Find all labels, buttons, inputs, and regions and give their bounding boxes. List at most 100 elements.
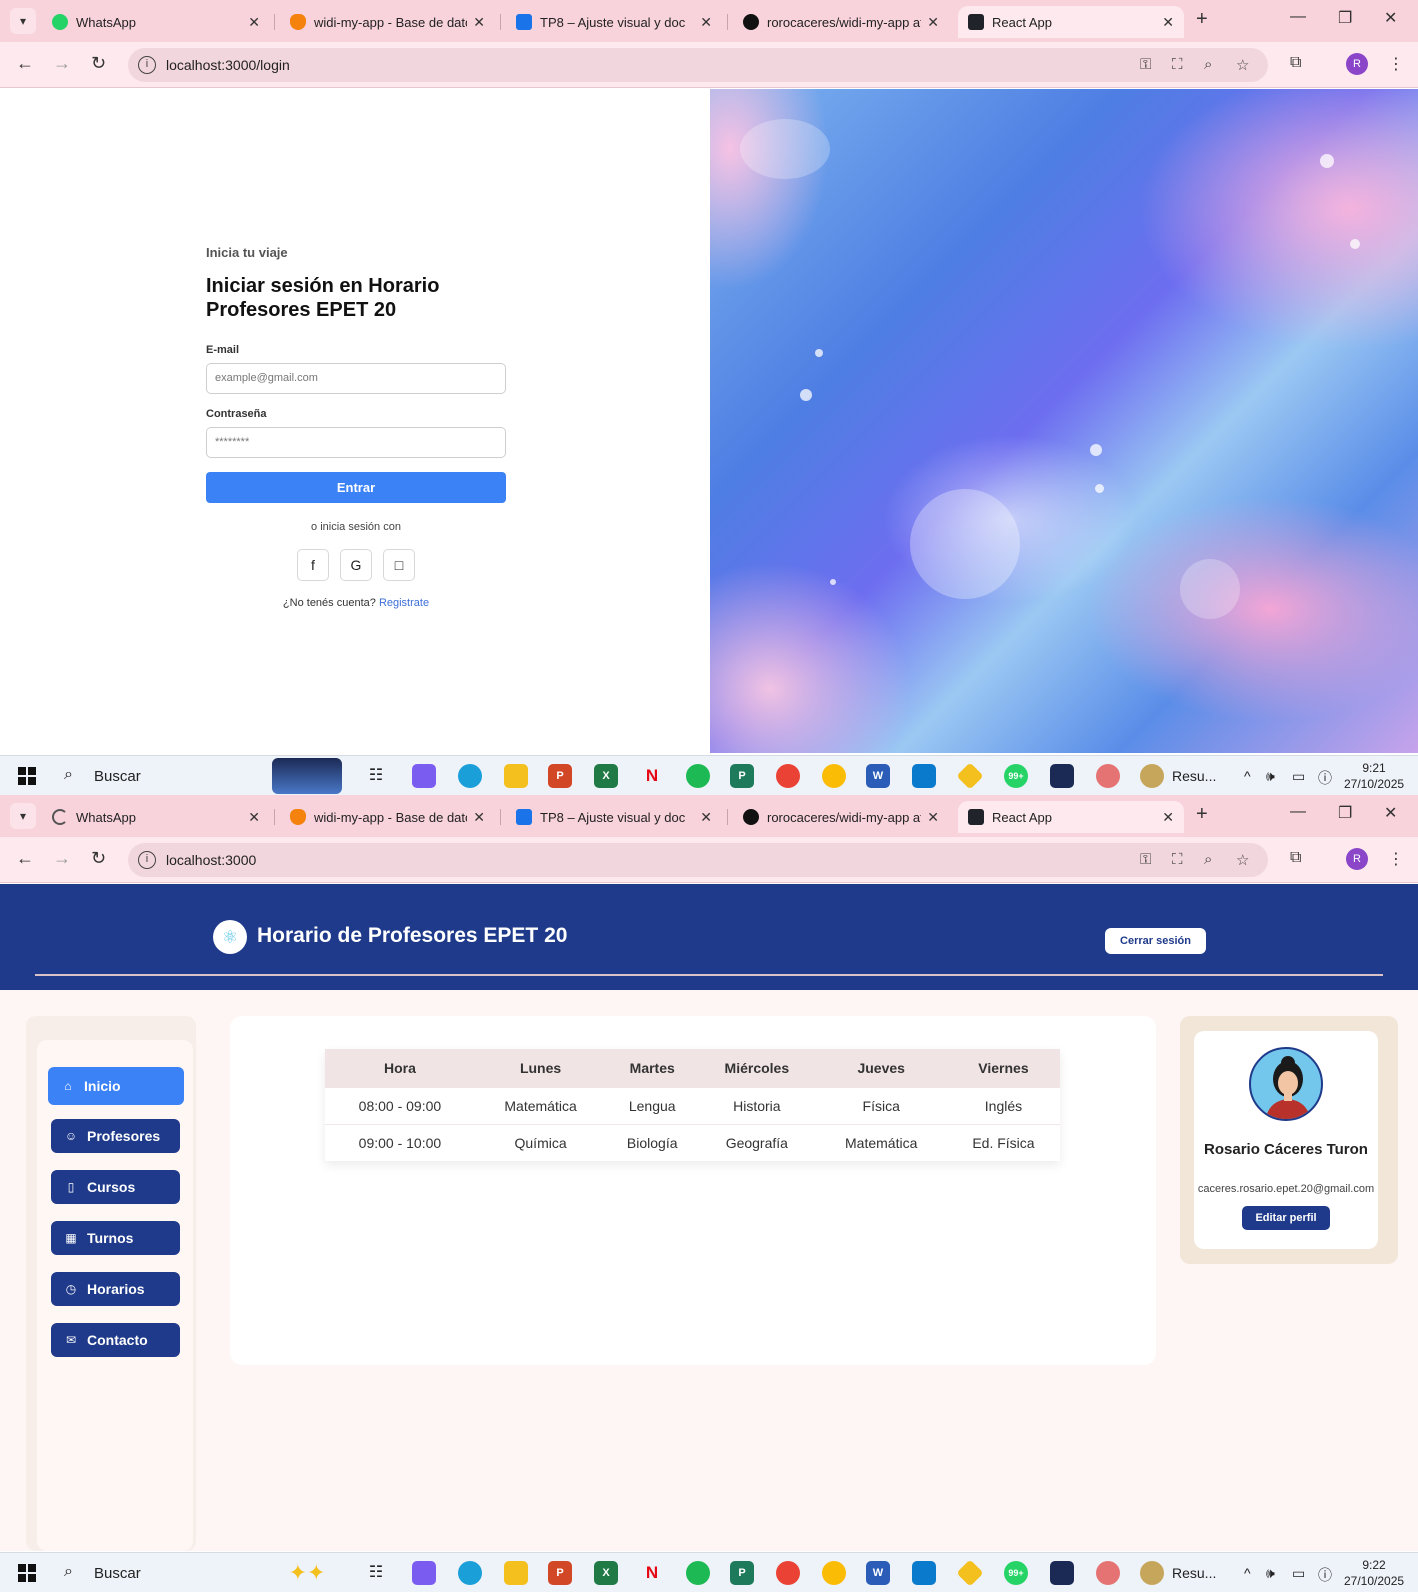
apple-login-button[interactable]: □ bbox=[383, 549, 415, 581]
sidebar-item-inicio[interactable]: ⌂ Inicio bbox=[48, 1067, 184, 1105]
tray-chevron-icon[interactable]: ^ bbox=[1244, 1565, 1251, 1581]
tab-classroom[interactable]: TP8 – Ajuste visual y doc ✕ bbox=[506, 801, 722, 833]
volume-icon[interactable]: 🕪 bbox=[1266, 768, 1275, 785]
profile-avatar[interactable]: R bbox=[1346, 53, 1368, 75]
chrome-icon[interactable] bbox=[776, 764, 800, 788]
email-field[interactable]: example@gmail.com bbox=[206, 363, 506, 394]
translate-icon[interactable]: ⛶ bbox=[1172, 851, 1183, 868]
site-info-icon[interactable]: i bbox=[138, 851, 156, 869]
whatsapp-taskbar-icon[interactable]: 99+ bbox=[1004, 764, 1028, 788]
window-close-icon[interactable]: ✕ bbox=[1384, 8, 1397, 28]
battery-icon[interactable]: ▭ bbox=[1292, 768, 1305, 785]
menu-kebab-icon[interactable]: ⋮ bbox=[1388, 54, 1404, 74]
vscode-icon[interactable] bbox=[912, 764, 936, 788]
tab-search-icon[interactable]: ▾ bbox=[10, 8, 36, 34]
forward-icon[interactable]: → bbox=[53, 848, 71, 869]
chrome-profile-icon[interactable] bbox=[822, 764, 846, 788]
taskbar-clock[interactable]: 9:22 27/10/2025 bbox=[1344, 1557, 1404, 1589]
netflix-icon[interactable]: N bbox=[640, 764, 664, 788]
close-icon[interactable]: ✕ bbox=[700, 14, 712, 31]
powerpoint-icon[interactable]: P bbox=[548, 764, 572, 788]
new-tab-icon[interactable]: + bbox=[1196, 8, 1208, 31]
app-icon[interactable] bbox=[1140, 1561, 1164, 1585]
zoom-icon[interactable]: ⌕ bbox=[1204, 56, 1212, 73]
powerpoint-icon[interactable]: P bbox=[548, 1561, 572, 1585]
vscode-icon[interactable] bbox=[912, 1561, 936, 1585]
password-key-icon[interactable]: ⚿ bbox=[1140, 56, 1151, 73]
sidebar-item-profesores[interactable]: ☺ Profesores bbox=[51, 1119, 180, 1153]
copilot-icon[interactable] bbox=[412, 1561, 436, 1585]
window-close-icon[interactable]: ✕ bbox=[1384, 803, 1397, 823]
battery-icon[interactable]: ▭ bbox=[1292, 1565, 1305, 1582]
notification-icon[interactable]: ⓘ bbox=[1318, 1565, 1332, 1585]
tab-react-app[interactable]: React App ✕ bbox=[958, 801, 1184, 833]
active-app-label[interactable]: Resu... bbox=[1172, 768, 1216, 784]
whatsapp-taskbar-icon[interactable]: 99+ bbox=[1004, 1561, 1028, 1585]
file-explorer-icon[interactable] bbox=[504, 764, 528, 788]
windows-start-icon[interactable] bbox=[18, 767, 36, 785]
word-icon[interactable]: W bbox=[866, 764, 890, 788]
address-bar[interactable]: i localhost:3000/login ⚿ ⛶ ⌕ ☆ bbox=[128, 48, 1268, 82]
password-field[interactable]: ******** bbox=[206, 427, 506, 458]
app-icon[interactable] bbox=[1140, 764, 1164, 788]
password-key-icon[interactable]: ⚿ bbox=[1140, 851, 1151, 868]
file-explorer-icon[interactable] bbox=[504, 1561, 528, 1585]
close-icon[interactable]: ✕ bbox=[1162, 809, 1174, 826]
sidebar-item-horarios[interactable]: ◷ Horarios bbox=[51, 1272, 180, 1306]
tab-search-icon[interactable]: ▾ bbox=[10, 803, 36, 829]
bookmark-star-icon[interactable]: ☆ bbox=[1236, 851, 1249, 869]
address-bar[interactable]: i localhost:3000 ⚿ ⛶ ⌕ ☆ bbox=[128, 843, 1268, 877]
snipping-tool-icon[interactable] bbox=[1096, 1561, 1120, 1585]
git-icon[interactable] bbox=[956, 1559, 984, 1587]
tab-firebase[interactable]: widi-my-app - Base de dato ✕ bbox=[280, 6, 495, 38]
close-icon[interactable]: ✕ bbox=[927, 809, 939, 826]
excel-icon[interactable]: X bbox=[594, 764, 618, 788]
sidebar-item-turnos[interactable]: ▦ Turnos bbox=[51, 1221, 180, 1255]
minimize-icon[interactable]: — bbox=[1290, 803, 1306, 821]
extensions-icon[interactable]: ⧉ bbox=[1290, 54, 1301, 72]
minimize-icon[interactable]: — bbox=[1290, 8, 1306, 26]
site-info-icon[interactable]: i bbox=[138, 56, 156, 74]
task-view-icon[interactable]: ☷ bbox=[364, 1561, 388, 1585]
volume-icon[interactable]: 🕪 bbox=[1266, 1565, 1275, 1582]
extensions-icon[interactable]: ⧉ bbox=[1290, 849, 1301, 867]
sidebar-item-cursos[interactable]: ▯ Cursos bbox=[51, 1170, 180, 1204]
close-icon[interactable]: ✕ bbox=[473, 809, 485, 826]
tab-whatsapp[interactable]: WhatsApp ✕ bbox=[42, 801, 270, 833]
restore-icon[interactable]: ❐ bbox=[1338, 803, 1352, 823]
spotify-icon[interactable] bbox=[686, 1561, 710, 1585]
word-icon[interactable]: W bbox=[866, 1561, 890, 1585]
close-icon[interactable]: ✕ bbox=[700, 809, 712, 826]
profile-avatar[interactable]: R bbox=[1346, 848, 1368, 870]
tab-github[interactable]: rorocaceres/widi-my-app at ✕ bbox=[733, 6, 949, 38]
spotify-icon[interactable] bbox=[686, 764, 710, 788]
task-view-icon[interactable]: ☷ bbox=[364, 764, 388, 788]
menu-kebab-icon[interactable]: ⋮ bbox=[1388, 849, 1404, 869]
zoom-icon[interactable]: ⌕ bbox=[1204, 851, 1212, 868]
active-app-label[interactable]: Resu... bbox=[1172, 1565, 1216, 1581]
edit-profile-button[interactable]: Editar perfil bbox=[1242, 1206, 1330, 1230]
teamviewer-icon[interactable] bbox=[1050, 764, 1074, 788]
edge-icon[interactable] bbox=[458, 1561, 482, 1585]
close-icon[interactable]: ✕ bbox=[473, 14, 485, 31]
edge-icon[interactable] bbox=[458, 764, 482, 788]
tab-whatsapp[interactable]: WhatsApp ✕ bbox=[42, 6, 270, 38]
chrome-profile-icon[interactable] bbox=[822, 1561, 846, 1585]
teamviewer-icon[interactable] bbox=[1050, 1561, 1074, 1585]
taskbar-clock[interactable]: 9:21 27/10/2025 bbox=[1344, 760, 1404, 792]
back-icon[interactable]: ← bbox=[16, 53, 34, 74]
facebook-login-button[interactable]: f bbox=[297, 549, 329, 581]
reload-icon[interactable]: ↻ bbox=[91, 848, 106, 869]
tray-chevron-icon[interactable]: ^ bbox=[1244, 768, 1251, 784]
forward-icon[interactable]: → bbox=[53, 53, 71, 74]
tab-github[interactable]: rorocaceres/widi-my-app at ✕ bbox=[733, 801, 949, 833]
close-icon[interactable]: ✕ bbox=[248, 809, 260, 826]
netflix-icon[interactable]: N bbox=[640, 1561, 664, 1585]
chrome-icon[interactable] bbox=[776, 1561, 800, 1585]
windows-start-icon[interactable] bbox=[18, 1564, 36, 1582]
bookmark-star-icon[interactable]: ☆ bbox=[1236, 56, 1249, 74]
close-icon[interactable]: ✕ bbox=[248, 14, 260, 31]
reload-icon[interactable]: ↻ bbox=[91, 53, 106, 74]
project-icon[interactable]: P bbox=[730, 1561, 754, 1585]
notification-icon[interactable]: ⓘ bbox=[1318, 768, 1332, 788]
